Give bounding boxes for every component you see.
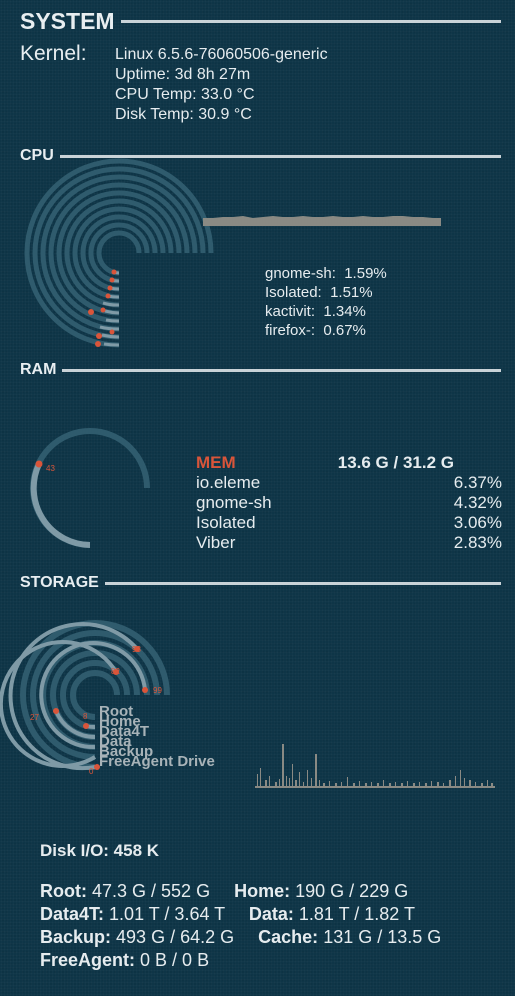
cpu-core-ring xyxy=(80,214,158,292)
cpu-temp: CPU Temp: 33.0 °C xyxy=(115,86,255,103)
list-item: kactivit: 1.34% xyxy=(265,303,366,320)
list-item: Viber 2.83% xyxy=(196,533,502,552)
system-divider xyxy=(120,20,501,23)
data-label: Data: xyxy=(248,904,294,924)
ram-header: RAM xyxy=(20,361,501,379)
storage-title: STORAGE xyxy=(20,574,99,591)
mem-summary: MEM 13.6 G / 31.2 G xyxy=(196,453,502,473)
gauge-data4t-value: 99 xyxy=(153,686,162,695)
cpu-history-graph xyxy=(203,216,441,226)
cache-usage: 131 G / 13.5 G xyxy=(323,927,442,947)
cpu-core-rings xyxy=(24,158,214,348)
mem-value: 13.6 G / 31.2 G xyxy=(337,453,454,472)
ram-title: RAM xyxy=(20,361,57,378)
kernel-version: Linux 6.5.6-76060506-generic xyxy=(115,46,328,63)
gauge-root-value: 93 xyxy=(132,645,141,654)
disk-io: Disk I/O: 458 K xyxy=(40,841,160,860)
disk-temp: Disk Temp: 30.9 °C xyxy=(115,106,252,123)
list-item: gnome-sh 4.32% xyxy=(196,493,502,512)
list-item: Isolated 3.06% xyxy=(196,513,502,532)
list-item: io.eleme 6.37% xyxy=(196,473,502,492)
ram-divider xyxy=(62,368,501,372)
gauge-home-value: 82 xyxy=(111,667,120,676)
ring-label-freeagent: FreeAgent Drive xyxy=(99,753,215,770)
backup-usage: 493 G / 64.2 G xyxy=(116,927,235,947)
cpu-core-ring xyxy=(48,182,190,324)
storage-usage-row: Data4T: 1.01 T / 3.64 T Data: 1.81 T / 1… xyxy=(40,904,415,925)
ram-gauge-value: 43 xyxy=(46,464,55,473)
home-usage: 190 G / 229 G xyxy=(295,881,409,901)
list-item: firefox-: 0.67% xyxy=(265,322,366,339)
gauge-data-value: 27 xyxy=(30,713,39,722)
list-item: Isolated: 1.51% xyxy=(265,284,373,301)
root-label: Root: xyxy=(40,881,87,901)
backup-label: Backup: xyxy=(40,927,112,947)
freeagent-label: FreeAgent: xyxy=(40,950,136,970)
data-usage: 1.81 T / 1.82 T xyxy=(298,904,415,924)
root-usage: 47.3 G / 552 G xyxy=(92,881,211,901)
home-label: Home: xyxy=(234,881,291,901)
ram-gauge: 43 xyxy=(30,428,150,548)
gauge-freeagent-value: 0 xyxy=(89,767,94,776)
storage-divider xyxy=(104,581,501,585)
storage-header: STORAGE xyxy=(20,574,501,592)
gauge-backup-value: 8 xyxy=(83,712,88,721)
storage-usage-row: Backup: 493 G / 64.2 G Cache: 131 G / 13… xyxy=(40,927,441,948)
storage-usage-row: Root: 47.3 G / 552 G Home: 190 G / 229 G xyxy=(40,881,408,902)
kernel-label: Kernel: xyxy=(20,42,87,65)
uptime: Uptime: 3d 8h 27m xyxy=(115,66,251,83)
system-title: SYSTEM xyxy=(20,8,115,34)
storage-usage-row: FreeAgent: 0 B / 0 B xyxy=(40,950,209,971)
cpu-core-ring xyxy=(96,230,142,276)
mem-label: MEM xyxy=(196,453,236,472)
cache-label: Cache: xyxy=(258,927,319,947)
data4t-usage: 1.01 T / 3.64 T xyxy=(109,904,225,924)
cpu-core-ring xyxy=(72,206,166,300)
freeagent-usage: 0 B / 0 B xyxy=(140,950,210,970)
data4t-label: Data4T: xyxy=(40,904,105,924)
system-header: SYSTEM xyxy=(20,8,501,35)
disk-io-graph xyxy=(255,744,495,788)
cpu-core-ring xyxy=(24,158,214,348)
cpu-process-list: gnome-sh: 1.59% Isolated: 1.51% kactivit… xyxy=(265,265,387,341)
list-item: gnome-sh: 1.59% xyxy=(265,265,387,282)
